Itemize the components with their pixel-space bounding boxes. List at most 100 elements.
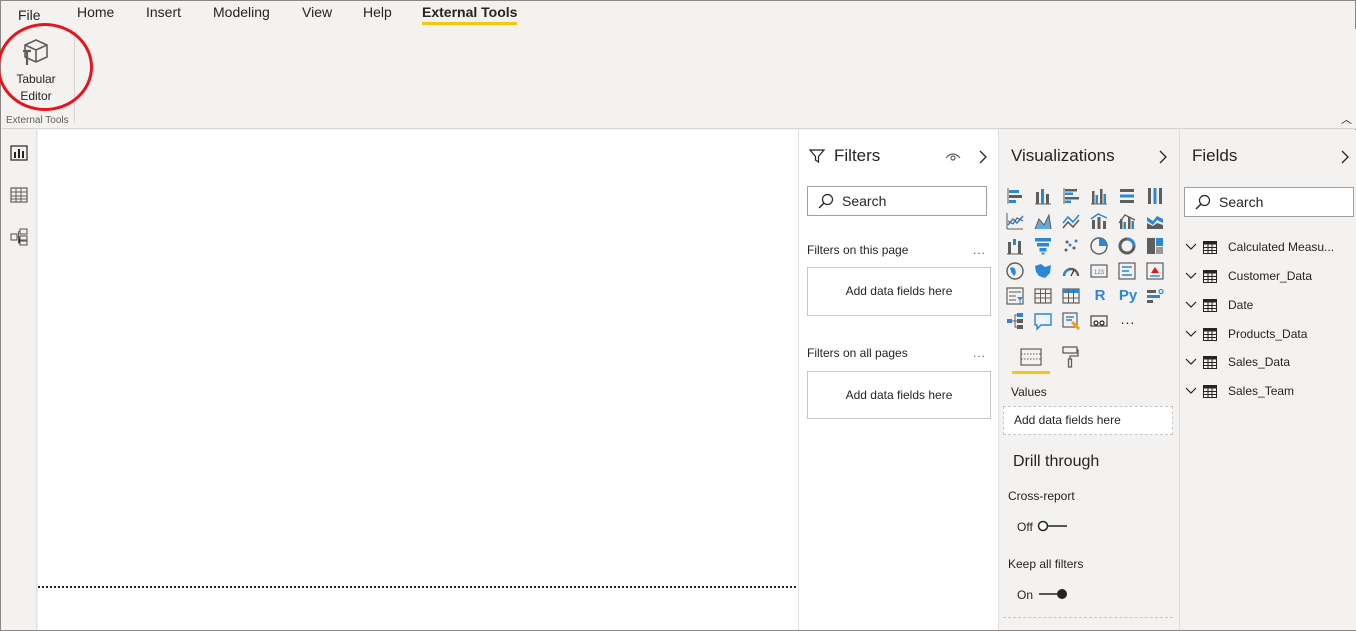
- ribbon-tabs: File Home Insert Modeling View Help Exte…: [1, 1, 1355, 29]
- chevron-down-icon[interactable]: [1185, 240, 1197, 252]
- drill-through-drop-zone[interactable]: [1003, 617, 1173, 630]
- map-icon[interactable]: [1005, 261, 1027, 283]
- matrix-icon[interactable]: [1061, 286, 1083, 308]
- ribbon-chart-icon[interactable]: [1145, 211, 1167, 233]
- fields-title: Fields: [1192, 146, 1238, 165]
- search-icon: [1195, 194, 1211, 210]
- clustered-column-chart-icon[interactable]: [1089, 186, 1111, 208]
- scatter-chart-icon[interactable]: [1061, 236, 1083, 258]
- field-table-label: Customer_Data: [1228, 269, 1313, 283]
- filters-all-pages-more-button[interactable]: ...: [973, 346, 986, 360]
- decomposition-tree-icon[interactable]: [1005, 311, 1027, 333]
- filters-page-more-button[interactable]: ...: [973, 243, 986, 257]
- format-paint-roller-icon[interactable]: [1061, 346, 1079, 368]
- tabular-editor-button[interactable]: Tabular Editor: [8, 37, 64, 107]
- chevron-down-icon[interactable]: [1185, 269, 1197, 281]
- 100-stacked-column-chart-icon[interactable]: [1145, 186, 1167, 208]
- page-boundary-line: [38, 586, 796, 588]
- filters-search-input[interactable]: Search: [807, 186, 987, 216]
- qa-visual-icon[interactable]: [1033, 311, 1055, 333]
- donut-chart-icon[interactable]: [1117, 236, 1139, 258]
- tabular-editor-label-line1: Tabular: [16, 72, 56, 86]
- chevron-down-icon[interactable]: [1185, 384, 1197, 396]
- chevron-down-icon[interactable]: [1185, 355, 1197, 367]
- smart-narrative-icon[interactable]: [1061, 311, 1083, 333]
- paginated-report-icon[interactable]: [1089, 311, 1111, 333]
- filters-search-placeholder: Search: [842, 193, 887, 209]
- fields-search-input[interactable]: Search: [1184, 187, 1354, 217]
- chevron-right-icon[interactable]: [1340, 150, 1350, 164]
- chevron-right-icon[interactable]: [978, 150, 988, 164]
- stacked-column-chart-icon[interactable]: [1033, 186, 1055, 208]
- collapse-ribbon-icon[interactable]: ︿: [1341, 111, 1352, 127]
- table-visual-icon[interactable]: [1033, 286, 1055, 308]
- ribbon-group-label: External Tools: [6, 115, 69, 126]
- line-and-column-chart-icon[interactable]: [1089, 211, 1111, 233]
- data-view-icon[interactable]: [10, 186, 28, 204]
- stacked-area-chart-icon[interactable]: [1061, 211, 1083, 233]
- filled-map-icon[interactable]: [1033, 261, 1055, 283]
- ribbon-group-divider: [74, 35, 75, 123]
- tab-modeling[interactable]: Modeling: [213, 4, 270, 20]
- funnel-chart-icon[interactable]: [1033, 236, 1055, 258]
- stacked-bar-chart-icon[interactable]: [1005, 186, 1027, 208]
- svg-text:123: 123: [1094, 270, 1105, 276]
- filters-pane: Filters Search Filters on this page ... …: [798, 130, 999, 630]
- keep-all-filters-toggle[interactable]: [1037, 588, 1069, 600]
- eye-icon[interactable]: [945, 150, 961, 162]
- chevron-right-icon[interactable]: [1158, 150, 1168, 164]
- drill-through-title: Drill through: [1013, 453, 1100, 470]
- filters-all-pages-drop-zone[interactable]: Add data fields here: [807, 371, 991, 419]
- field-table-label: Sales_Data: [1228, 355, 1291, 369]
- r-visual-icon[interactable]: R: [1089, 286, 1111, 308]
- key-influencers-icon[interactable]: [1145, 286, 1167, 308]
- table-icon: [1203, 270, 1217, 283]
- fields-tab-indicator: [1012, 371, 1050, 374]
- cross-report-label: Cross-report: [1008, 489, 1075, 503]
- tab-file[interactable]: File: [18, 7, 41, 23]
- values-label: Values: [1011, 385, 1047, 399]
- fields-well-icon[interactable]: [1020, 348, 1042, 366]
- cross-report-state: Off: [1017, 520, 1033, 534]
- filters-page-drop-zone[interactable]: Add data fields here: [807, 267, 991, 316]
- field-table-label: Calculated Measu...: [1228, 240, 1335, 254]
- chevron-down-icon[interactable]: [1185, 298, 1197, 310]
- line-and-clustered-column-icon[interactable]: [1117, 211, 1139, 233]
- keep-all-filters-label: Keep all filters: [1008, 557, 1084, 571]
- tab-view[interactable]: View: [302, 4, 332, 20]
- filters-on-this-page-label: Filters on this page: [807, 243, 909, 257]
- report-view-icon[interactable]: [10, 144, 28, 162]
- app-window: File Home Insert Modeling View Help Exte…: [0, 0, 1356, 631]
- fields-search-placeholder: Search: [1219, 194, 1264, 210]
- slicer-icon[interactable]: [1005, 286, 1027, 308]
- waterfall-chart-icon[interactable]: [1005, 236, 1027, 258]
- table-icon: [1203, 328, 1217, 341]
- treemap-icon[interactable]: [1145, 236, 1167, 258]
- filters-title: Filters: [834, 146, 881, 165]
- field-table-label: Date: [1228, 298, 1254, 312]
- filters-on-all-pages-label: Filters on all pages: [807, 346, 908, 360]
- table-icon: [1203, 356, 1217, 369]
- tab-insert[interactable]: Insert: [146, 4, 181, 20]
- card-icon[interactable]: 123: [1089, 261, 1111, 283]
- tab-home[interactable]: Home: [77, 4, 114, 20]
- gauge-icon[interactable]: [1061, 261, 1083, 283]
- more-visuals-button[interactable]: ...: [1117, 311, 1139, 333]
- python-visual-icon[interactable]: Py: [1115, 286, 1141, 308]
- cross-report-toggle[interactable]: [1037, 520, 1069, 532]
- clustered-bar-chart-icon[interactable]: [1061, 186, 1083, 208]
- multi-row-card-icon[interactable]: [1117, 261, 1139, 283]
- report-canvas[interactable]: [38, 130, 798, 630]
- area-chart-icon[interactable]: [1033, 211, 1055, 233]
- chevron-down-icon[interactable]: [1185, 327, 1197, 339]
- tab-help[interactable]: Help: [363, 4, 392, 20]
- pie-chart-icon[interactable]: [1089, 236, 1111, 258]
- values-drop-zone[interactable]: Add data fields here: [1003, 406, 1173, 435]
- tab-external-tools[interactable]: External Tools: [422, 4, 518, 25]
- model-view-icon[interactable]: [10, 228, 28, 246]
- 100-stacked-bar-chart-icon[interactable]: [1117, 186, 1139, 208]
- kpi-icon[interactable]: [1145, 261, 1167, 283]
- keep-all-filters-state: On: [1017, 588, 1034, 602]
- table-icon: [1203, 241, 1217, 254]
- line-chart-icon[interactable]: [1005, 211, 1027, 233]
